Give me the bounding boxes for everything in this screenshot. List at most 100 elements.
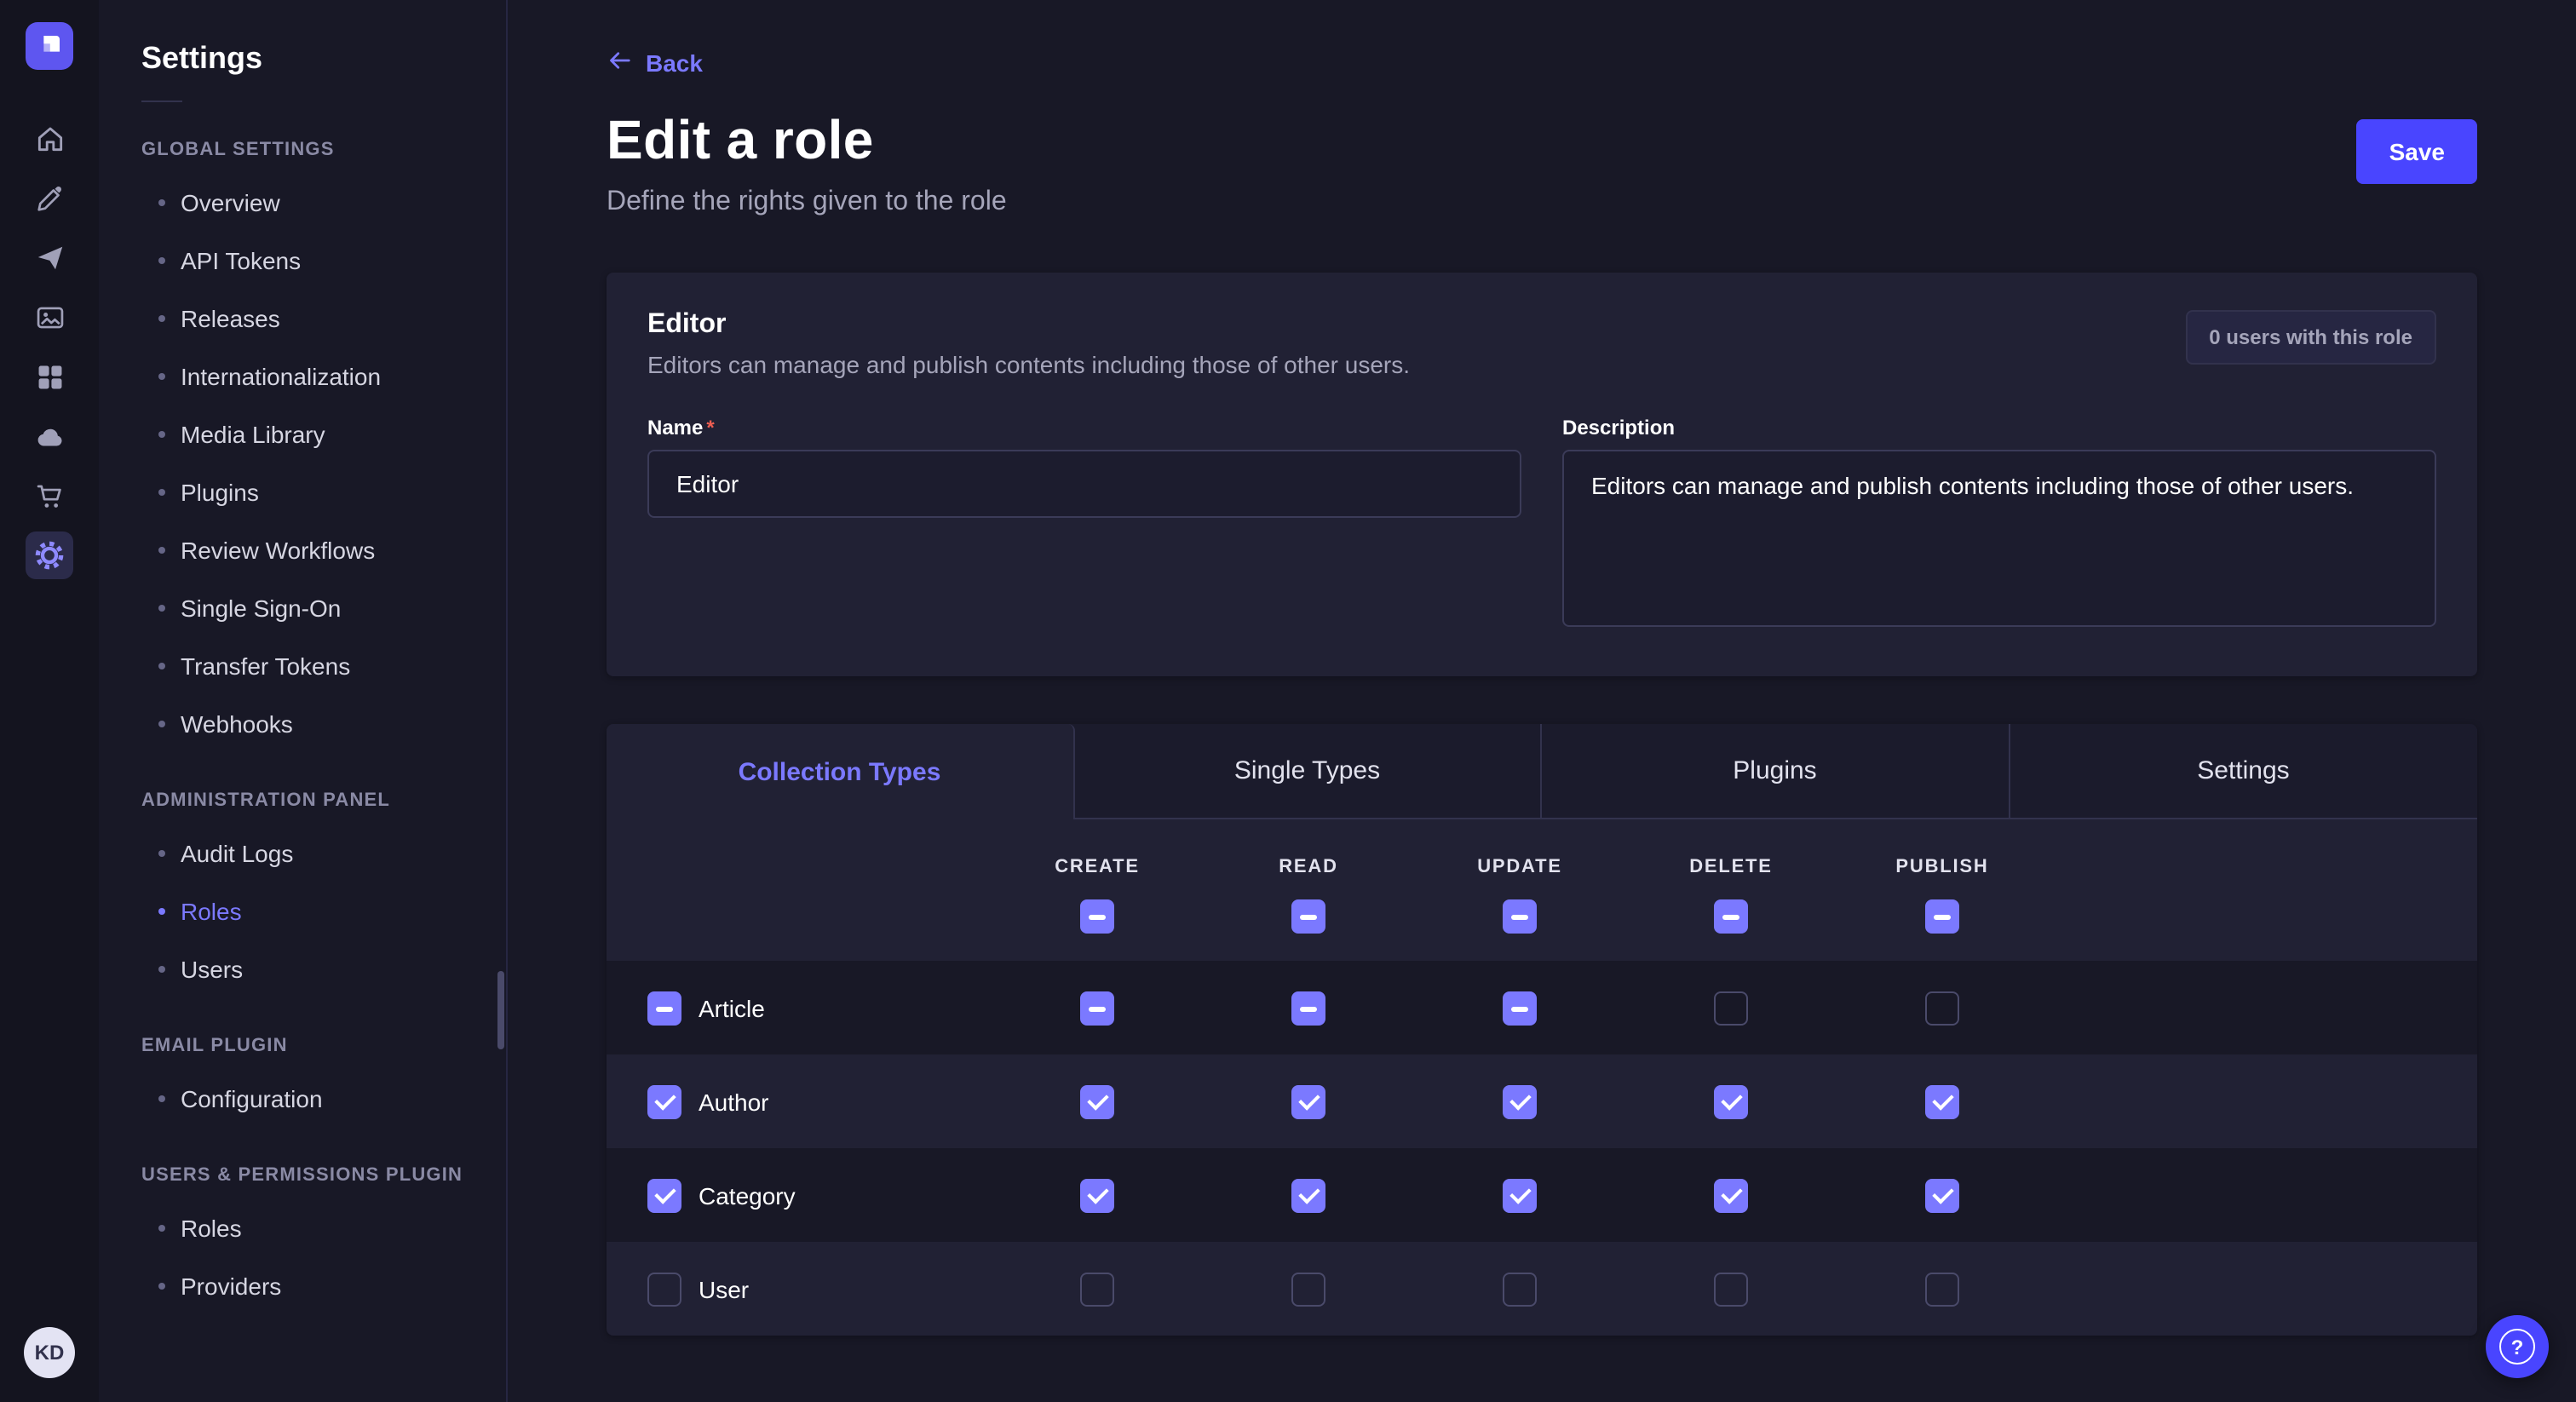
tab-single-types[interactable]: Single Types bbox=[1074, 724, 1542, 819]
bullet-icon bbox=[158, 373, 165, 380]
category-publish-checkbox[interactable] bbox=[1925, 1178, 1959, 1212]
select-all-publish-checkbox[interactable] bbox=[1925, 899, 1959, 934]
rail-button-cart[interactable] bbox=[26, 472, 73, 520]
role-name-heading: Editor bbox=[647, 310, 1410, 341]
rail-button-gear[interactable] bbox=[26, 531, 73, 579]
sidebar-item-label: Single Sign-On bbox=[181, 595, 341, 622]
author-row-checkbox[interactable] bbox=[647, 1084, 681, 1118]
article-update-checkbox[interactable] bbox=[1503, 991, 1537, 1025]
user-create-checkbox[interactable] bbox=[1080, 1272, 1114, 1306]
user-read-checkbox[interactable] bbox=[1291, 1272, 1325, 1306]
author-publish-checkbox[interactable] bbox=[1925, 1084, 1959, 1118]
sidebar-item-label: Providers bbox=[181, 1273, 281, 1300]
required-asterisk: * bbox=[706, 416, 714, 440]
role-details-card: Editor Editors can manage and publish co… bbox=[607, 273, 2477, 676]
article-row-checkbox[interactable] bbox=[647, 991, 681, 1025]
role-description-text: Editors can manage and publish contents … bbox=[647, 351, 1410, 378]
sidebar-item-roles[interactable]: Roles bbox=[99, 1199, 506, 1257]
column-header-delete: DELETE bbox=[1625, 857, 1837, 877]
rail-button-home[interactable] bbox=[26, 114, 73, 162]
row-label: Author bbox=[699, 1088, 769, 1115]
select-all-create-checkbox[interactable] bbox=[1080, 899, 1114, 934]
paper-plane-icon bbox=[33, 241, 66, 273]
author-create-checkbox[interactable] bbox=[1080, 1084, 1114, 1118]
sidebar-item-label: Internationalization bbox=[181, 363, 381, 390]
sidebar-item-transfer-tokens[interactable]: Transfer Tokens bbox=[99, 637, 506, 695]
gear-icon bbox=[32, 538, 66, 572]
select-all-delete-checkbox[interactable] bbox=[1714, 899, 1748, 934]
nav-section-global-settings: GLOBAL SETTINGS bbox=[99, 102, 506, 174]
permission-row-user: User bbox=[607, 1242, 2477, 1336]
rail-button-media-images[interactable] bbox=[26, 293, 73, 341]
sidebar-item-label: API Tokens bbox=[181, 247, 301, 274]
category-read-checkbox[interactable] bbox=[1291, 1178, 1325, 1212]
name-input[interactable] bbox=[647, 450, 1521, 518]
tab-collection-types[interactable]: Collection Types bbox=[607, 724, 1074, 819]
user-update-checkbox[interactable] bbox=[1503, 1272, 1537, 1306]
rail-button-paper-plane[interactable] bbox=[26, 233, 73, 281]
nav-section-administration-panel: ADMINISTRATION PANEL bbox=[99, 753, 506, 825]
bullet-icon bbox=[158, 315, 165, 322]
tab-settings[interactable]: Settings bbox=[2010, 724, 2477, 819]
sidebar-item-plugins[interactable]: Plugins bbox=[99, 463, 506, 521]
permissions-card: Collection TypesSingle TypesPluginsSetti… bbox=[607, 724, 2477, 1336]
category-row-checkbox[interactable] bbox=[647, 1178, 681, 1212]
rail-button-cloud[interactable] bbox=[26, 412, 73, 460]
category-update-checkbox[interactable] bbox=[1503, 1178, 1537, 1212]
category-create-checkbox[interactable] bbox=[1080, 1178, 1114, 1212]
save-button[interactable]: Save bbox=[2357, 119, 2477, 184]
avatar[interactable]: KD bbox=[24, 1327, 75, 1378]
help-button[interactable]: ? bbox=[2486, 1315, 2549, 1378]
user-row-checkbox[interactable] bbox=[647, 1272, 681, 1306]
content-pen-icon bbox=[33, 181, 66, 214]
author-delete-checkbox[interactable] bbox=[1714, 1084, 1748, 1118]
permissions-header: CREATEREADUPDATEDELETEPUBLISH bbox=[607, 819, 2477, 961]
select-all-read-checkbox[interactable] bbox=[1291, 899, 1325, 934]
strapi-logo[interactable] bbox=[26, 22, 73, 70]
back-link[interactable]: Back bbox=[607, 48, 703, 78]
article-delete-checkbox[interactable] bbox=[1714, 991, 1748, 1025]
sidebar-item-roles[interactable]: Roles bbox=[99, 882, 506, 940]
article-read-checkbox[interactable] bbox=[1291, 991, 1325, 1025]
sidebar-item-overview[interactable]: Overview bbox=[99, 174, 506, 232]
sidebar-item-configuration[interactable]: Configuration bbox=[99, 1070, 506, 1128]
user-publish-checkbox[interactable] bbox=[1925, 1272, 1959, 1306]
sidebar-item-label: Roles bbox=[181, 1215, 242, 1242]
article-publish-checkbox[interactable] bbox=[1925, 991, 1959, 1025]
category-delete-checkbox[interactable] bbox=[1714, 1178, 1748, 1212]
sidebar-item-users[interactable]: Users bbox=[99, 940, 506, 998]
user-delete-checkbox[interactable] bbox=[1714, 1272, 1748, 1306]
page-header: Edit a role Define the rights given to t… bbox=[607, 109, 2477, 218]
description-input[interactable]: Editors can manage and publish contents … bbox=[1562, 450, 2436, 627]
tab-plugins[interactable]: Plugins bbox=[1542, 724, 2010, 819]
sidebar-scrollbar-thumb[interactable] bbox=[497, 971, 504, 1049]
sidebar-item-label: Media Library bbox=[181, 421, 325, 448]
sidebar-item-api-tokens[interactable]: API Tokens bbox=[99, 232, 506, 290]
sidebar-item-audit-logs[interactable]: Audit Logs bbox=[99, 825, 506, 882]
rail-button-layout-blocks[interactable] bbox=[26, 353, 73, 400]
permission-row-author: Author bbox=[607, 1054, 2477, 1148]
sidebar-item-single-sign-on[interactable]: Single Sign-On bbox=[99, 579, 506, 637]
select-all-update-checkbox[interactable] bbox=[1503, 899, 1537, 934]
article-create-checkbox[interactable] bbox=[1080, 991, 1114, 1025]
sidebar-item-webhooks[interactable]: Webhooks bbox=[99, 695, 506, 753]
sidebar-item-review-workflows[interactable]: Review Workflows bbox=[99, 521, 506, 579]
sidebar-item-label: Review Workflows bbox=[181, 537, 375, 564]
bullet-icon bbox=[158, 850, 165, 857]
column-header-update: UPDATE bbox=[1414, 857, 1625, 877]
arrow-left-icon bbox=[607, 48, 632, 78]
author-read-checkbox[interactable] bbox=[1291, 1084, 1325, 1118]
row-label: User bbox=[699, 1275, 749, 1302]
sidebar-item-internationalization[interactable]: Internationalization bbox=[99, 348, 506, 405]
settings-sidebar: Settings GLOBAL SETTINGSOverviewAPI Toke… bbox=[99, 0, 508, 1402]
name-field: Name* bbox=[647, 416, 1521, 518]
sidebar-item-releases[interactable]: Releases bbox=[99, 290, 506, 348]
bullet-icon bbox=[158, 663, 165, 669]
sidebar-item-media-library[interactable]: Media Library bbox=[99, 405, 506, 463]
bullet-icon bbox=[158, 966, 165, 973]
author-update-checkbox[interactable] bbox=[1503, 1084, 1537, 1118]
sidebar-item-providers[interactable]: Providers bbox=[99, 1257, 506, 1315]
rail-button-content-pen[interactable] bbox=[26, 174, 73, 221]
nav-section-email-plugin: EMAIL PLUGIN bbox=[99, 998, 506, 1070]
name-label: Name* bbox=[647, 416, 1521, 440]
